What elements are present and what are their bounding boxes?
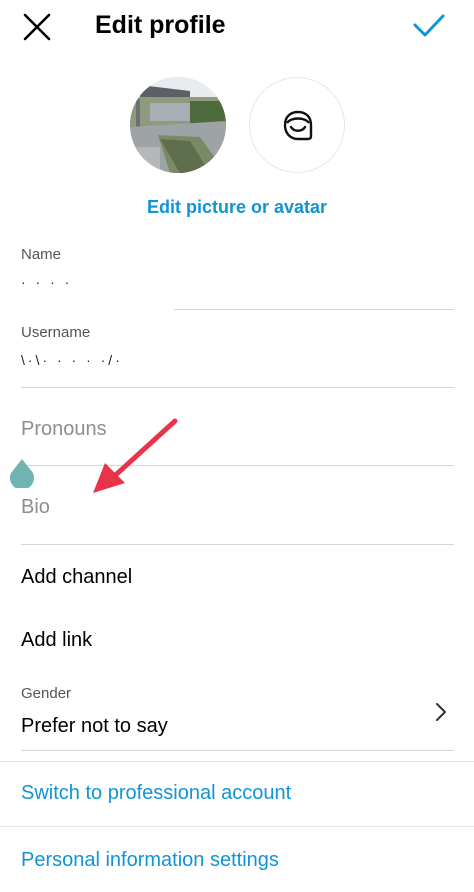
name-divider [174,309,454,310]
name-label: Name [21,246,62,263]
text-cursor-handle[interactable] [8,458,36,488]
username-divider [21,387,454,388]
profile-photo[interactable] [130,77,226,173]
edit-picture-link[interactable]: Edit picture or avatar [0,197,474,218]
name-field[interactable]: · · · · [21,274,72,290]
username-field[interactable]: \·\· · · · ·/· [21,352,123,368]
bio-divider [21,544,454,545]
add-link-button[interactable]: Add link [21,629,92,652]
avatar-option[interactable] [249,77,345,173]
checkmark-icon[interactable] [412,8,446,42]
page-title: Edit profile [95,11,226,39]
gender-value[interactable]: Prefer not to say [21,715,168,738]
header: Edit profile [0,0,474,52]
section-divider [0,761,474,762]
section-divider-2 [0,826,474,827]
add-channel-button[interactable]: Add channel [21,566,132,589]
avatar-face-icon [283,110,313,141]
switch-professional-link[interactable]: Switch to professional account [21,782,291,805]
bio-field[interactable]: Bio [21,496,50,519]
close-icon[interactable] [20,10,54,44]
username-label: Username [21,324,91,341]
chevron-right-icon[interactable] [432,702,450,722]
personal-info-link[interactable]: Personal information settings [21,849,279,872]
gender-divider [21,750,454,751]
annotation-arrow-icon [93,418,178,493]
gender-label: Gender [21,685,72,702]
